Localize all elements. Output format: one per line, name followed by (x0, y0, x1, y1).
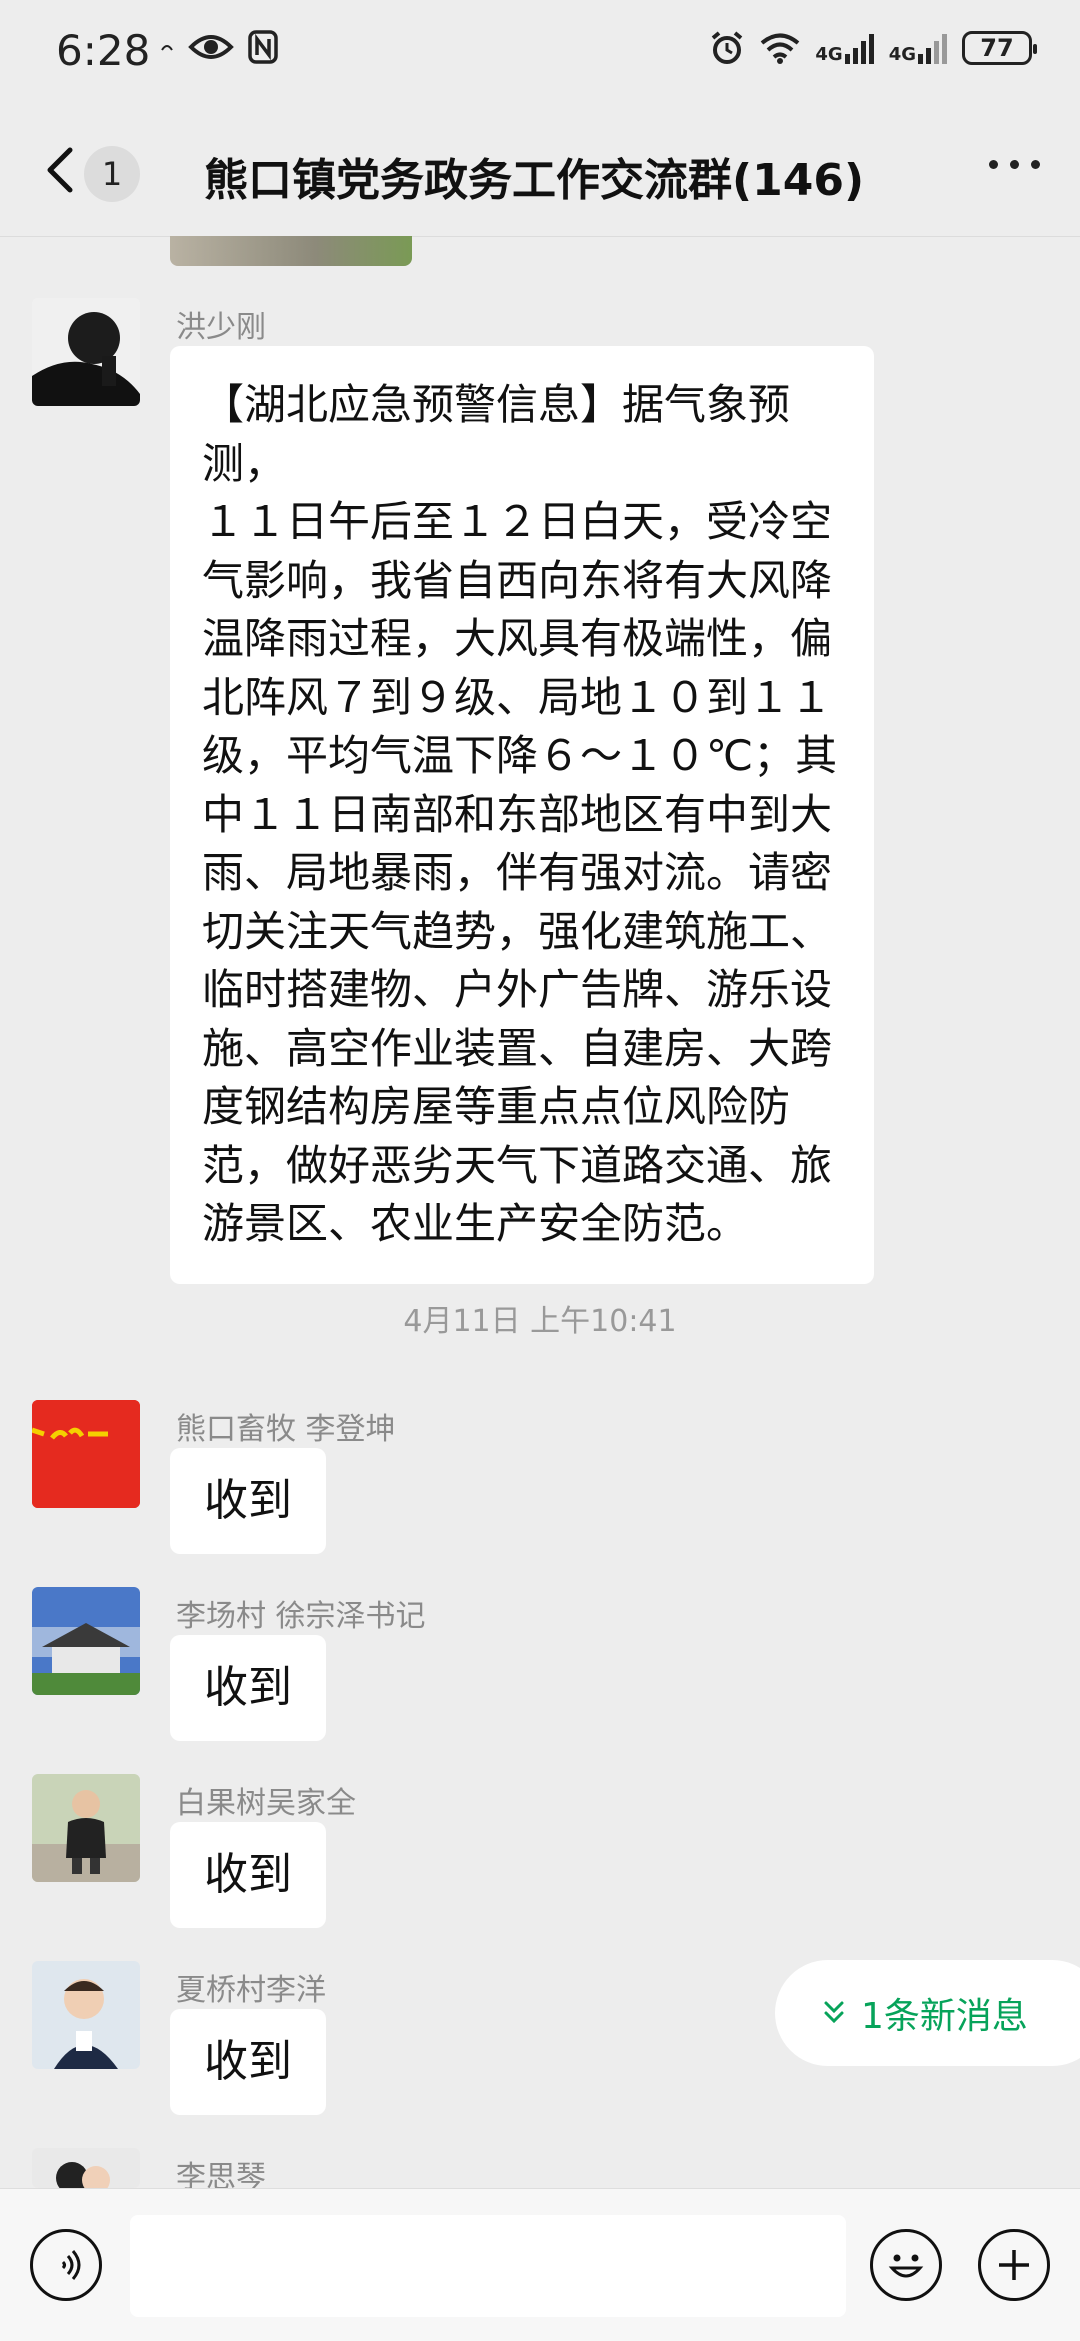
sender-name: 洪少刚 (176, 310, 266, 345)
message-line: 级，平均气温下降６～１０℃；其 (202, 731, 838, 780)
message-line: 北阵风７到９级、局地１０到１１ (202, 672, 833, 722)
chat-title: 熊口镇党务政务工作交流群(146) (204, 155, 865, 206)
message-bubble[interactable]: 【湖北应急预警信息】据气象预测， １１日午后至１２日白天，受冷空 气影响，我省自… (170, 346, 874, 1284)
new-message-indicator[interactable]: 1条新消息 (775, 1960, 1080, 2066)
new-message-count: 1条新消息 (861, 1996, 1028, 2037)
unread-count-badge[interactable]: 1 (84, 146, 140, 202)
avatar[interactable] (32, 1400, 140, 1508)
alarm-icon (712, 31, 743, 64)
signal-dot-icon (161, 45, 173, 51)
chat-header: 1 熊口镇党务政务工作交流群(146) (0, 110, 1080, 237)
previous-image-message[interactable] (170, 236, 412, 266)
avatar[interactable] (32, 1587, 140, 1695)
add-icon[interactable] (978, 2229, 1050, 2301)
message-line: 度钢结构房屋等重点点位风险防 (202, 1082, 791, 1131)
message-input[interactable] (130, 2215, 846, 2317)
status-bar: 6:28 4G 4G 77 (0, 0, 1080, 110)
more-icon[interactable] (989, 160, 1040, 169)
emoji-icon[interactable] (870, 2229, 942, 2301)
message-bubble[interactable]: 收到 (170, 1448, 326, 1554)
chevron-down-icon (824, 2001, 844, 2024)
message-bubble[interactable]: 收到 (170, 1635, 326, 1741)
nfc-icon (248, 30, 278, 64)
message-line: 中１１日南部和东部地区有中到大 (202, 789, 833, 839)
message-line: 范，做好恶劣天气下道路交通、旅 (202, 1140, 833, 1190)
message-line: 【湖北应急预警信息】据气象预测， (202, 380, 791, 488)
message-line: 施、高空作业装置、自建房、大跨 (202, 1023, 833, 1073)
cellular-signal-1-icon: 4G (815, 32, 874, 64)
avatar[interactable] (32, 298, 140, 406)
message-bubble[interactable]: 收到 (170, 1822, 326, 1928)
message-bubble[interactable]: 收到 (170, 2009, 326, 2115)
sender-name: 夏桥村李洋 (176, 1973, 326, 2008)
message-line: 切关注天气趋势，强化建筑施工、 (202, 906, 833, 956)
cellular-signal-2-icon: 4G (889, 32, 948, 64)
voice-icon[interactable] (30, 2229, 102, 2301)
avatar[interactable] (32, 1774, 140, 1882)
sender-name: 熊口畜牧 李登坤 (176, 1412, 396, 1447)
chat-timestamp: 4月11日 上午10:41 (403, 1304, 677, 1339)
message-line: 临时搭建物、户外广告牌、游乐设 (202, 965, 833, 1014)
battery-indicator: 77 (962, 31, 1037, 65)
wifi-icon (761, 33, 800, 64)
message-line: 气影响，我省自西向东将有大风降 (202, 555, 833, 605)
message-line: １１日午后至１２日白天，受冷空 (202, 497, 833, 546)
sender-name: 李场村 徐宗泽书记 (176, 1599, 426, 1634)
avatar[interactable] (32, 1961, 140, 2069)
input-bar (0, 2188, 1080, 2341)
status-time: 6:28 (56, 26, 151, 75)
message-line: 温降雨过程，大风具有极端性，偏 (202, 614, 833, 663)
message-line: 雨、局地暴雨，伴有强对流。请密 (202, 848, 833, 897)
message-line: 游景区、农业生产安全防范。 (202, 1199, 749, 1248)
sender-name: 白果树吴家全 (176, 1786, 356, 1821)
avatar[interactable] (32, 2148, 140, 2188)
back-icon[interactable] (40, 140, 80, 200)
eye-icon (188, 35, 234, 59)
